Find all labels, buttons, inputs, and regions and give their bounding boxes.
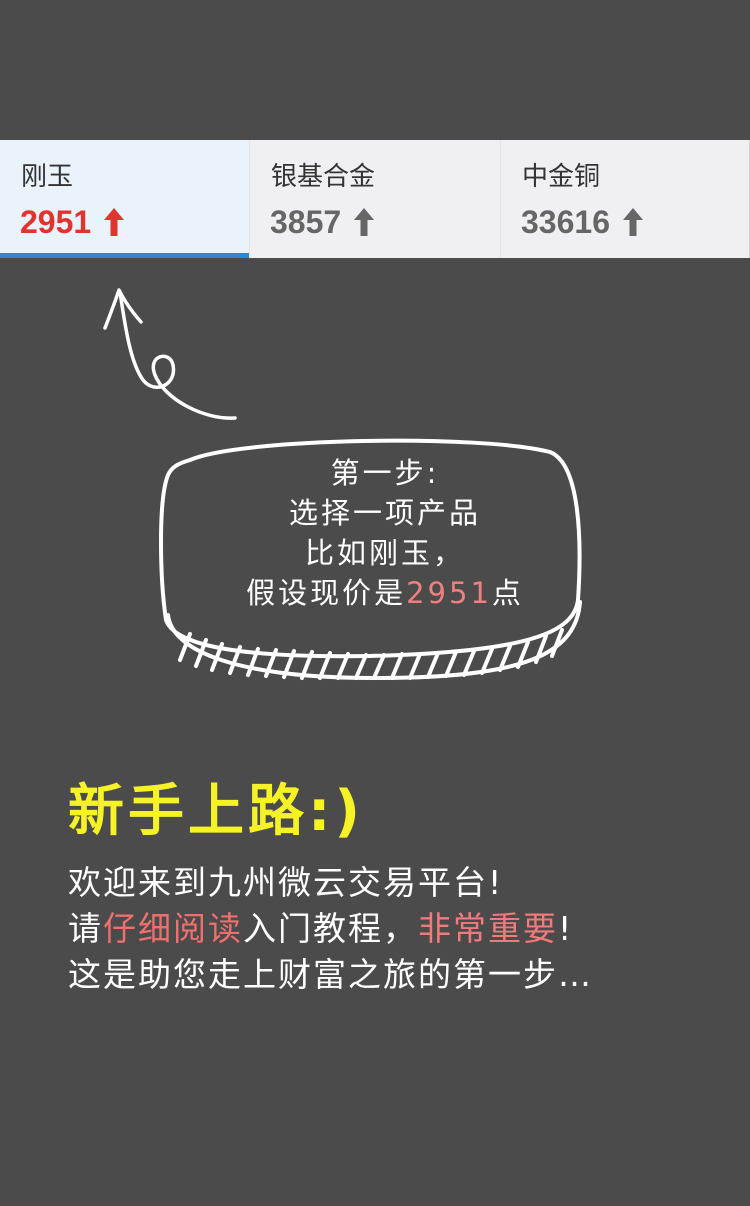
tip-line: 选择一项产品 bbox=[288, 496, 481, 530]
intro-text-segment: ! bbox=[558, 909, 574, 948]
product-name: 银基合金 bbox=[271, 162, 376, 192]
tip-text: 点 bbox=[491, 576, 524, 610]
tip-line: 第一步: bbox=[330, 456, 440, 490]
product-price: 3857 bbox=[270, 204, 342, 240]
product-price: 33616 bbox=[521, 204, 610, 240]
price-row: 3857 bbox=[270, 202, 375, 242]
product-tab-gold-copper[interactable]: 中金铜 33616 bbox=[500, 140, 750, 258]
price-row: 33616 bbox=[521, 202, 644, 242]
product-name: 中金铜 bbox=[522, 162, 601, 192]
product-tab-corundum[interactable]: 刚玉 2951 bbox=[0, 140, 249, 258]
intro-highlight-read: 仔细阅读 bbox=[103, 909, 243, 948]
intro-line: 请仔细阅读入门教程，非常重要! bbox=[68, 906, 593, 952]
intro-highlight-important: 非常重要 bbox=[418, 909, 558, 948]
tip-line: 比如刚玉， bbox=[304, 536, 465, 570]
product-price: 2951 bbox=[20, 204, 92, 240]
arrow-up-icon bbox=[622, 208, 643, 236]
intro-line: 这是助您走上财富之旅的第一步… bbox=[68, 955, 593, 994]
intro-line: 欢迎来到九州微云交易平台! bbox=[68, 863, 504, 902]
selected-tab-indicator bbox=[0, 253, 249, 258]
arrow-up-icon bbox=[354, 208, 375, 236]
arrow-up-icon bbox=[104, 208, 125, 236]
page-title: 新手上路:) bbox=[68, 779, 364, 844]
intro-text-segment: 入门教程， bbox=[243, 909, 418, 948]
intro-text: 欢迎来到九州微云交易平台! 请仔细阅读入门教程，非常重要! 这是助您走上财富之旅… bbox=[68, 860, 593, 998]
product-tab-bar: 刚玉 2951 银基合金 3857 中金铜 33616 bbox=[0, 140, 750, 258]
product-tab-silver-alloy[interactable]: 银基合金 3857 bbox=[249, 140, 500, 258]
tip-line: 假设现价是2951点 bbox=[170, 573, 600, 613]
pointer-arrow-icon bbox=[103, 288, 237, 420]
product-name: 刚玉 bbox=[21, 162, 74, 192]
price-row: 2951 bbox=[20, 202, 125, 242]
tip-text: 假设现价是 bbox=[246, 576, 407, 610]
tip-price-highlight: 2951 bbox=[406, 576, 492, 610]
intro-text-segment: 请 bbox=[68, 909, 103, 948]
tip-bubble-text: 第一步: 选择一项产品 比如刚玉， 假设现价是2951点 bbox=[170, 453, 600, 613]
